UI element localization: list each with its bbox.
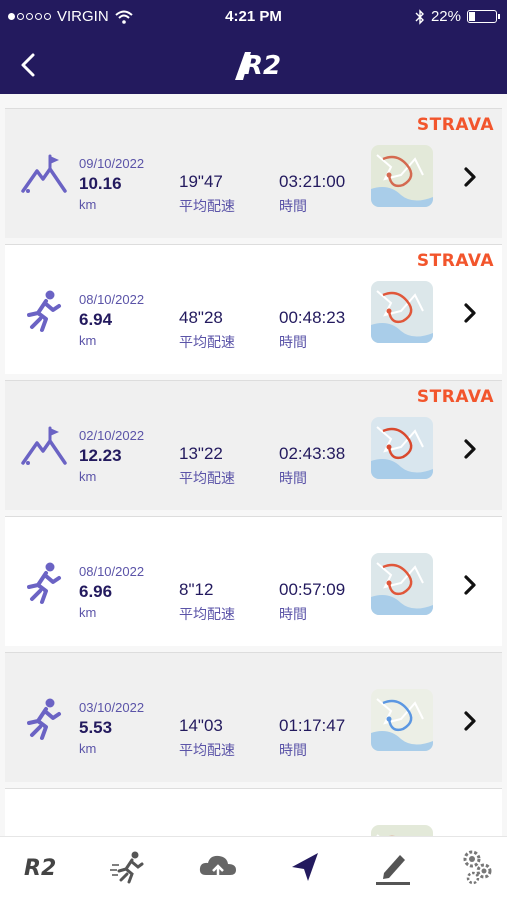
duration-label: 時間 — [279, 198, 307, 214]
activity-row[interactable]: 03/10/2022 5.53 km 14"03 平均配速 01:17:47 時間 — [5, 652, 502, 782]
hike-icon — [20, 153, 70, 197]
activity-row-partial[interactable] — [5, 788, 502, 836]
run-icon — [20, 289, 70, 333]
activity-pace: 48"28 — [179, 308, 223, 327]
duration-label: 時間 — [279, 742, 307, 758]
strava-badge: STRAVA — [416, 115, 494, 135]
pace-label: 平均配速 — [179, 470, 235, 486]
tab-bar: R2 — [0, 836, 507, 900]
activity-row[interactable]: STRAVA 02/10/2022 12.23 km 13"22 平均配速 02:43:38… — [5, 380, 502, 510]
activity-duration: 02:43:38 — [279, 444, 346, 463]
logo-text: R2 — [243, 51, 281, 81]
activity-row[interactable]: STRAVA 09/10/2022 10.16 km 19"47 平均配速 03:21:00… — [5, 108, 502, 238]
run-icon — [20, 561, 70, 605]
activity-duration: 00:57:09 — [279, 580, 346, 599]
chevron-right-icon[interactable] — [461, 710, 479, 732]
chevron-right-icon[interactable] — [461, 166, 479, 188]
activity-date: 08/10/2022 — [79, 292, 145, 307]
activity-distance: 6.94 — [79, 310, 113, 329]
activity-date: 08/10/2022 — [79, 564, 145, 579]
nav-bar: R2 — [0, 34, 507, 94]
activity-pace: 13"22 — [179, 444, 223, 463]
r2-logo: R2 — [235, 51, 281, 81]
strava-badge: STRAVA — [416, 387, 494, 407]
pace-label: 平均配速 — [179, 606, 235, 622]
chevron-right-icon[interactable] — [461, 438, 479, 460]
activity-distance: 5.53 — [79, 718, 113, 737]
duration-label: 時間 — [279, 334, 307, 350]
activity-duration: 01:17:47 — [279, 716, 346, 735]
tab-home-text: R2 — [24, 856, 56, 881]
route-map-thumbnail[interactable] — [371, 145, 433, 207]
hike-icon — [20, 425, 70, 469]
activity-distance: 12.23 — [79, 446, 122, 465]
activity-date: 03/10/2022 — [79, 700, 145, 715]
route-map-thumbnail[interactable] — [371, 689, 433, 751]
distance-unit: km — [79, 469, 97, 484]
route-map-thumbnail[interactable] — [371, 825, 433, 836]
activity-distance: 6.96 — [79, 582, 113, 601]
route-map-thumbnail[interactable] — [371, 281, 433, 343]
chevron-right-icon[interactable] — [461, 302, 479, 324]
run-icon — [20, 697, 70, 741]
runner-icon[interactable] — [108, 847, 152, 887]
activity-date: 02/10/2022 — [79, 428, 145, 443]
activity-duration: 03:21:00 — [279, 172, 346, 191]
pace-label: 平均配速 — [179, 742, 235, 758]
duration-label: 時間 — [279, 606, 307, 622]
activity-distance: 10.16 — [79, 174, 122, 193]
activity-row[interactable]: 08/10/2022 6.96 km 8"12 平均配速 00:57:09 時間 — [5, 516, 502, 646]
pace-label: 平均配速 — [179, 198, 235, 214]
duration-label: 時間 — [279, 470, 307, 486]
activity-pace: 14"03 — [179, 716, 223, 735]
activity-row[interactable]: STRAVA 08/10/2022 6.94 km 48"28 平均配速 00:48:23 時… — [5, 244, 502, 374]
back-button[interactable] — [14, 50, 44, 80]
distance-unit: km — [79, 741, 97, 756]
route-map-thumbnail[interactable] — [371, 417, 433, 479]
cloud-upload-icon[interactable] — [196, 847, 240, 887]
settings-gears-icon[interactable] — [458, 847, 502, 887]
r2-home-icon[interactable]: R2 — [22, 847, 66, 887]
activity-date: 09/10/2022 — [79, 156, 145, 171]
pace-label: 平均配速 — [179, 334, 235, 350]
distance-unit: km — [79, 605, 97, 620]
battery-percent: 22% — [430, 8, 461, 25]
activity-pace: 19"47 — [179, 172, 223, 191]
route-map-thumbnail[interactable] — [371, 553, 433, 615]
strava-badge: STRAVA — [416, 251, 494, 271]
activity-pace: 8"12 — [179, 580, 214, 599]
chevron-right-icon[interactable] — [461, 574, 479, 596]
distance-unit: km — [79, 197, 97, 212]
bluetooth-icon — [415, 8, 424, 25]
navigation-arrow-icon[interactable] — [284, 847, 328, 887]
activity-duration: 00:48:23 — [279, 308, 346, 327]
status-right: 22% — [415, 8, 500, 25]
status-bar: VIRGIN 4:21 PM 22% — [0, 0, 507, 34]
distance-unit: km — [79, 333, 97, 348]
edit-pencil-icon[interactable] — [370, 847, 414, 887]
activity-list: STRAVA 09/10/2022 10.16 km 19"47 平均配速 03:21:00… — [0, 94, 507, 836]
battery-icon — [467, 10, 500, 23]
